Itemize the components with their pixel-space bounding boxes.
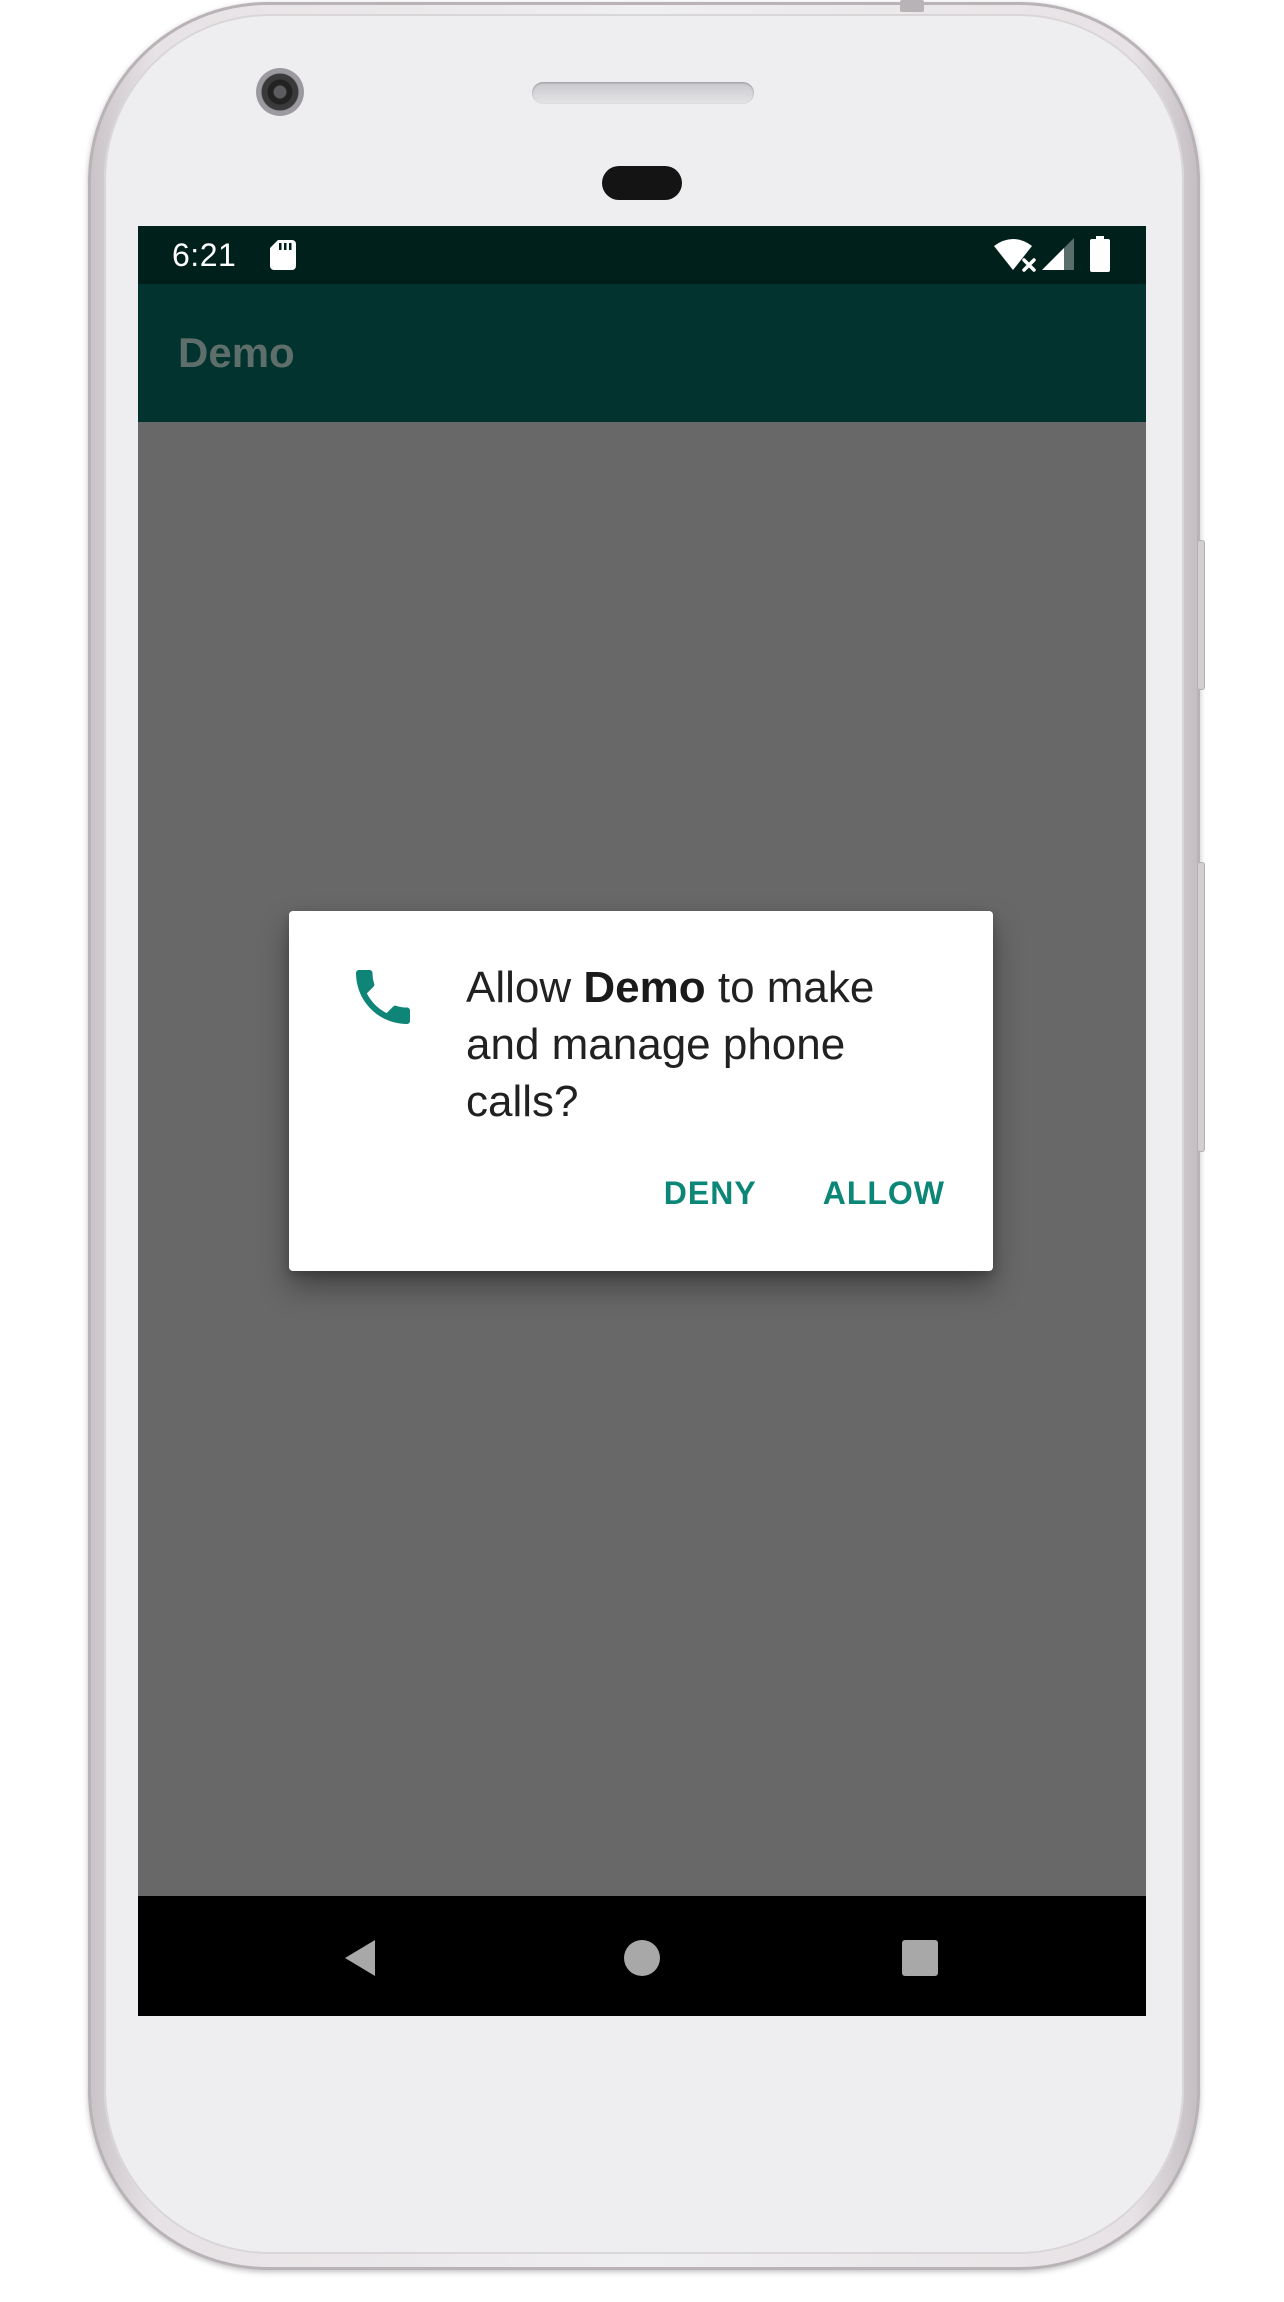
screen: 6:21 Demo Allow Demo to make and manage … xyxy=(138,226,1146,2016)
status-time: 6:21 xyxy=(172,237,237,273)
message-prefix: Allow xyxy=(466,963,584,1012)
permission-dialog: Allow Demo to make and manage phone call… xyxy=(289,911,993,1271)
recents-icon[interactable] xyxy=(902,1940,938,1976)
deny-button[interactable]: DENY xyxy=(664,1173,757,1213)
navigation-bar xyxy=(138,1896,1146,2016)
battery-icon xyxy=(1090,236,1110,272)
app-toolbar: Demo xyxy=(138,284,1146,422)
allow-button[interactable]: ALLOW xyxy=(823,1173,945,1213)
app-title: Demo xyxy=(178,329,295,376)
cell-signal-icon xyxy=(1042,238,1074,270)
volume-button xyxy=(1197,862,1205,1152)
message-app-name: Demo xyxy=(583,963,706,1012)
proximity-sensor xyxy=(602,166,682,200)
device-mockup: 6:21 Demo Allow Demo to make and manage … xyxy=(0,0,1284,2302)
power-button xyxy=(1197,540,1205,690)
status-bar: 6:21 xyxy=(138,226,1146,284)
dialog-actions: DENY ALLOW xyxy=(664,1173,945,1213)
back-icon[interactable] xyxy=(341,1938,381,1978)
wifi-off-icon xyxy=(994,239,1036,272)
earpiece-speaker xyxy=(532,82,754,104)
home-icon[interactable] xyxy=(624,1940,660,1976)
dialog-message: Allow Demo to make and manage phone call… xyxy=(466,959,946,1130)
top-edge-detail xyxy=(900,0,924,12)
phone-icon xyxy=(356,970,410,1024)
front-camera xyxy=(256,68,304,116)
sd-card-icon xyxy=(270,240,296,270)
